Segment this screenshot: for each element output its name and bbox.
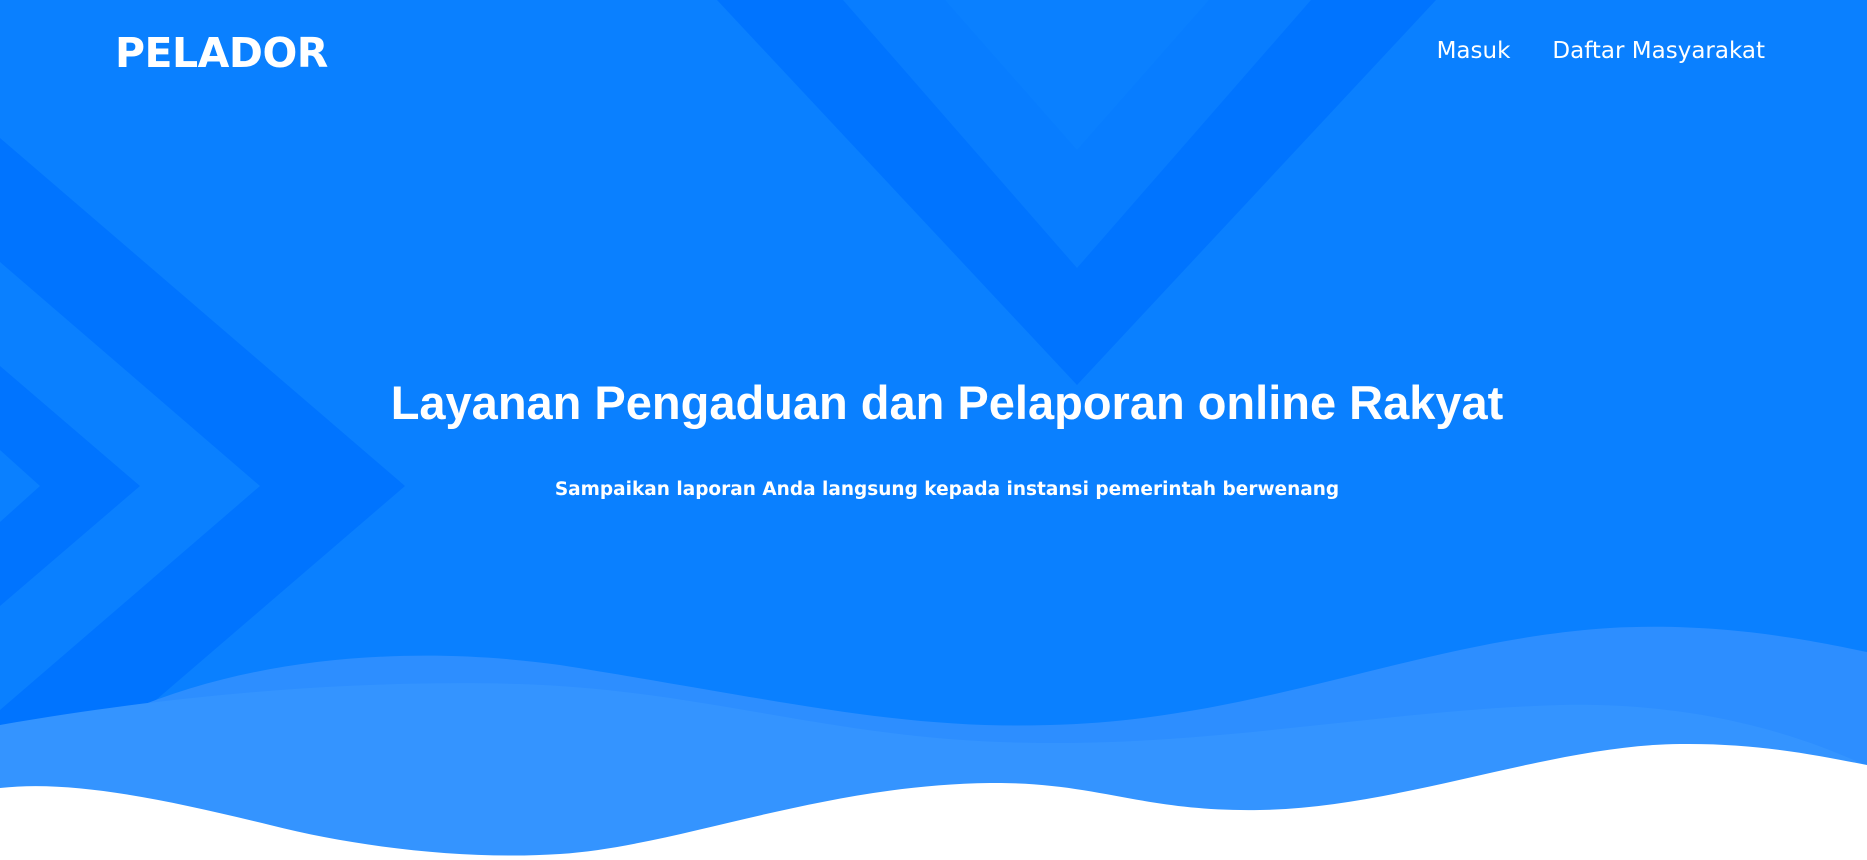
nav-links: Masuk Daftar Masyarakat [1437,34,1765,68]
hero-title: Layanan Pengaduan dan Pelaporan online R… [390,376,1504,429]
nav-login-link[interactable]: Masuk [1437,34,1511,68]
hero-subtitle: Sampaikan laporan Anda langsung kepada i… [554,479,1340,500]
brand-logo[interactable]: PELADOR [115,27,328,79]
navbar: PELADOR Masuk Daftar Masyarakat [0,0,1867,104]
hero-section: PELADOR Masuk Daftar Masyarakat Layanan … [0,0,1867,860]
nav-register-link[interactable]: Daftar Masyarakat [1552,34,1765,68]
hero-content: Layanan Pengaduan dan Pelaporan online R… [0,368,1867,504]
